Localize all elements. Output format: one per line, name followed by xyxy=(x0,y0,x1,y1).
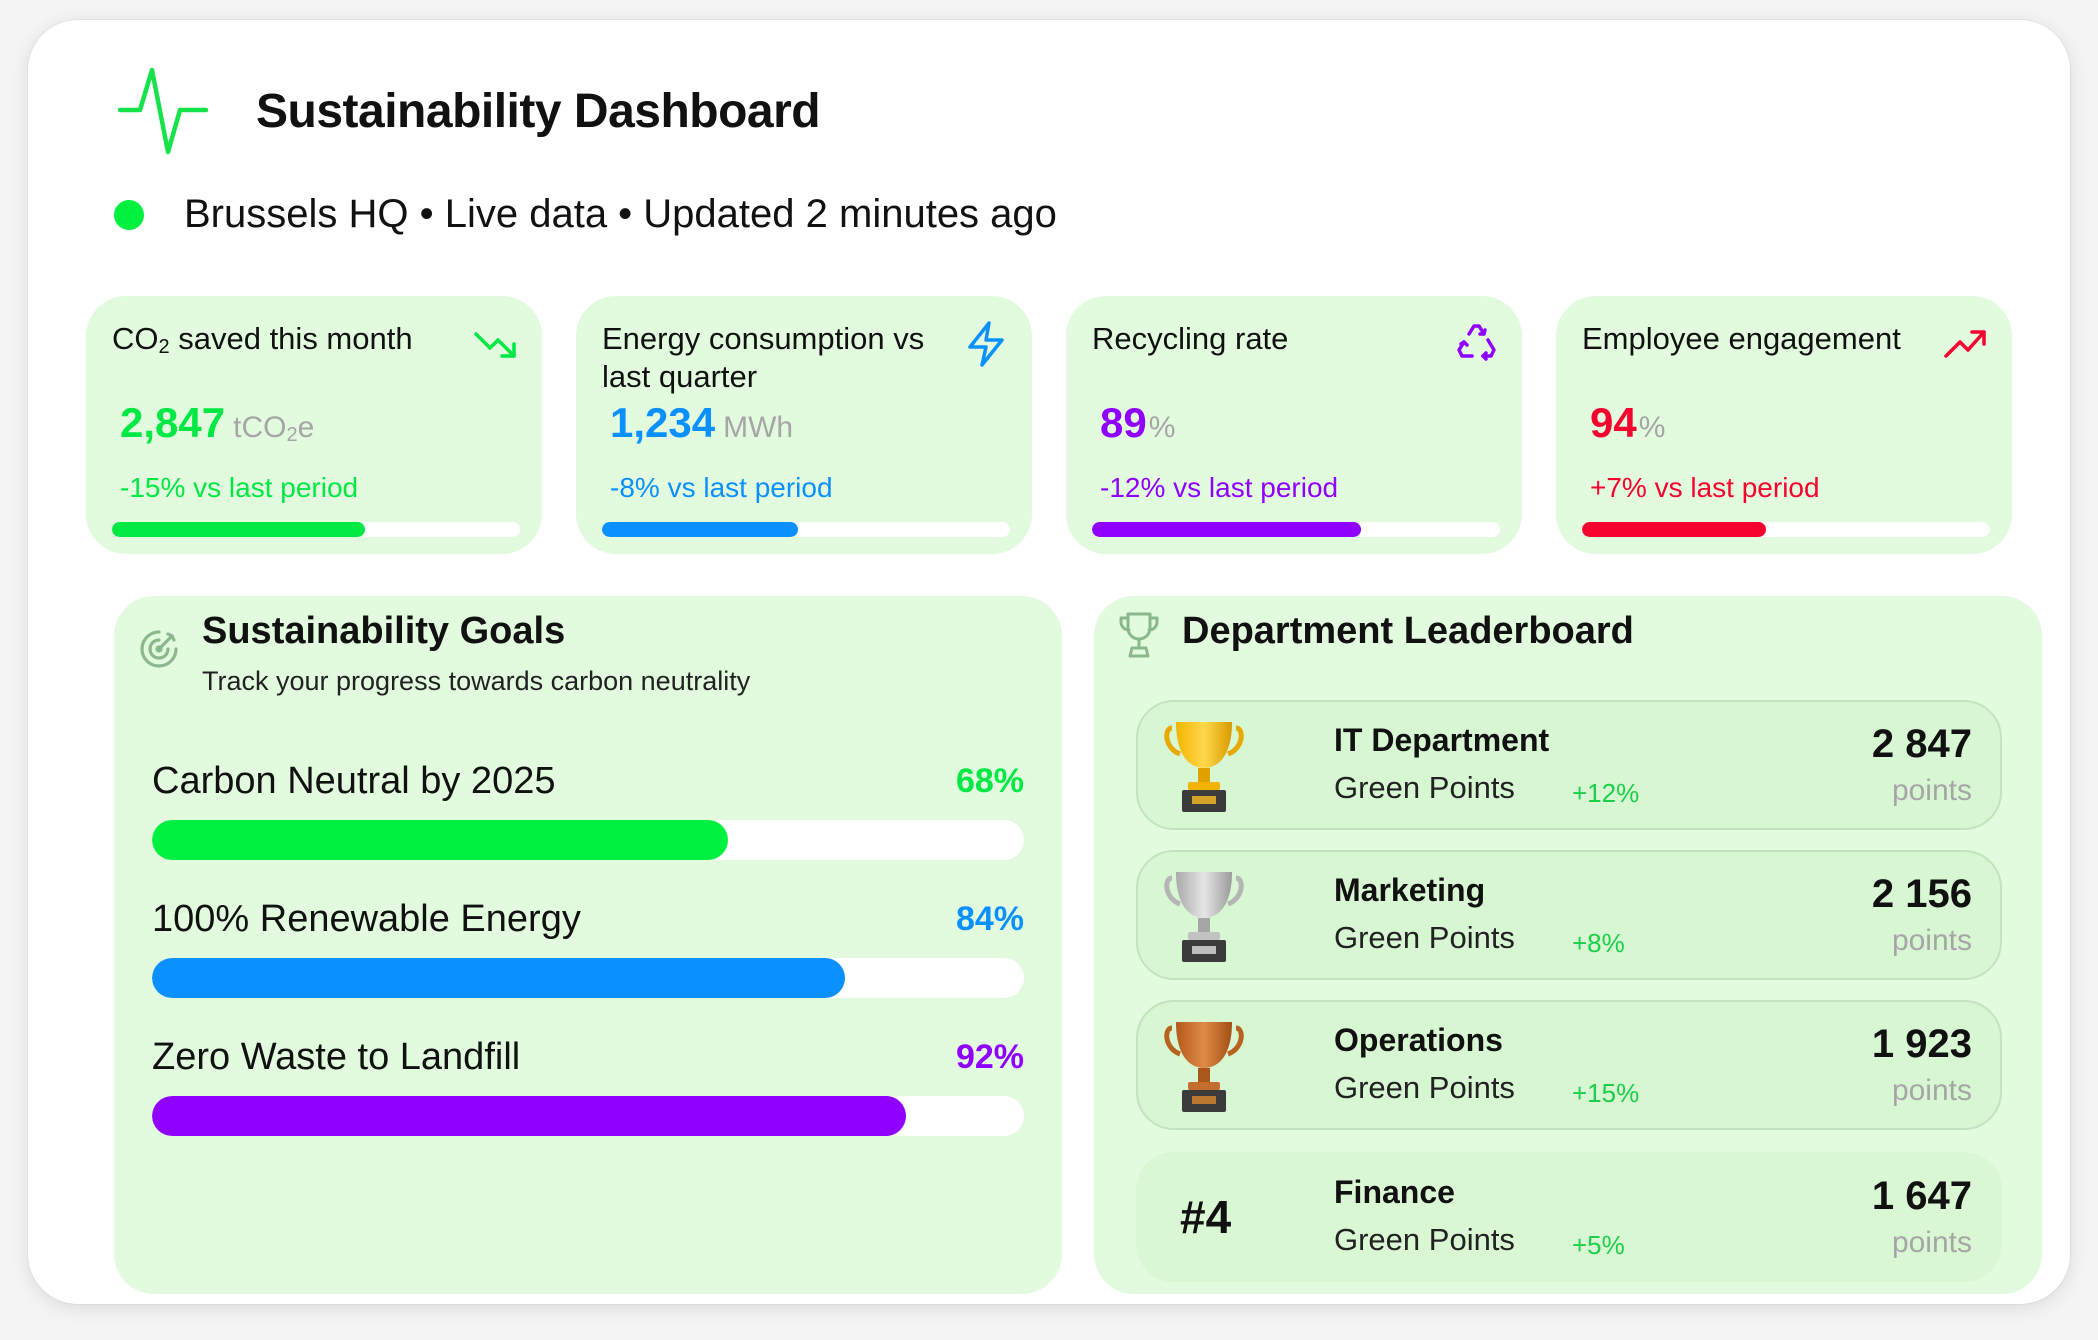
department-name: Operations xyxy=(1334,1022,1503,1058)
metric-progress-track xyxy=(1092,522,1500,537)
sustainability-goals-panel: Sustainability Goals Track your progress… xyxy=(114,596,1062,1294)
goals-title: Sustainability Goals xyxy=(202,610,566,652)
bronze-trophy-icon xyxy=(1164,1022,1244,1112)
department-subtitle: Green Points xyxy=(1334,1222,1515,1257)
metric-card-co2[interactable]: CO2 saved this month 2,847 tCO2e -15% vs … xyxy=(86,296,542,554)
department-change: +8% xyxy=(1572,928,1625,958)
department-leaderboard-panel: Department Leaderboard IT Department Gre… xyxy=(1094,596,2042,1294)
metric-card-recycling[interactable]: Recycling rate 89% -12% vs last period xyxy=(1066,296,1522,554)
department-change: +5% xyxy=(1572,1230,1625,1260)
dashboard-card: Sustainability Dashboard Brussels HQ • L… xyxy=(28,20,2070,1304)
metric-change: -12% vs last period xyxy=(1100,472,1339,503)
metric-value: 2,847 tCO2e xyxy=(120,399,315,446)
metric-value: 1,234 MWh xyxy=(610,399,794,446)
leaderboard-row[interactable]: #4 Finance Green Points +5% 1 647 points xyxy=(1136,1152,2002,1282)
department-points: 2 847 xyxy=(1871,722,1972,766)
metric-progress-track xyxy=(602,522,1010,537)
metric-card-energy[interactable]: Energy consumption vs last quarter 1,234… xyxy=(576,296,1032,554)
metric-change: -8% vs last period xyxy=(610,472,833,503)
lightning-icon xyxy=(968,321,1004,367)
trend-up-icon xyxy=(1944,330,1986,358)
department-points: 1 923 xyxy=(1871,1022,1972,1066)
metric-change: -15% vs last period xyxy=(120,472,359,503)
recycle-icon xyxy=(1457,324,1496,361)
department-subtitle: Green Points xyxy=(1334,770,1515,805)
metric-progress-fill xyxy=(1582,522,1766,537)
metric-value: 94% xyxy=(1590,399,1666,446)
rank-number: #4 xyxy=(1180,1191,1232,1243)
department-points-unit: points xyxy=(1891,774,1972,807)
department-change: +15% xyxy=(1572,1078,1640,1108)
live-status-dot xyxy=(114,200,144,230)
department-points-unit: points xyxy=(1891,1226,1972,1259)
department-points: 1 647 xyxy=(1871,1174,1972,1218)
goal-percent: 84% xyxy=(955,900,1024,938)
metric-label: Recycling rate xyxy=(1092,321,1289,356)
metric-progress-track xyxy=(112,522,520,537)
gold-trophy-icon xyxy=(1164,722,1244,812)
trend-down-icon xyxy=(474,332,516,358)
metric-label: CO2 saved this month xyxy=(112,321,413,358)
goal-progress-fill xyxy=(152,1096,907,1136)
metric-progress-fill xyxy=(1092,522,1362,537)
metric-value: 89% xyxy=(1100,399,1176,446)
goal-percent: 68% xyxy=(955,762,1024,800)
metric-progress-track xyxy=(1582,522,1990,537)
status-bar: Brussels HQ • Live data • Updated 2 minu… xyxy=(114,188,1414,248)
goal-item: Carbon Neutral by 2025 68% xyxy=(152,760,1024,880)
goals-subtitle: Track your progress towards carbon neutr… xyxy=(202,666,751,696)
goal-progress-fill xyxy=(152,820,728,860)
trophy-outline-icon xyxy=(1119,612,1159,658)
status-text: Brussels HQ • Live data • Updated 2 minu… xyxy=(184,192,1057,236)
metric-progress-fill xyxy=(112,522,365,537)
goal-progress-track xyxy=(152,958,1024,998)
goal-progress-track xyxy=(152,1096,1024,1136)
goal-item: 100% Renewable Energy 84% xyxy=(152,898,1024,1018)
leaderboard-row[interactable]: Marketing Green Points +8% 2 156 points xyxy=(1136,850,2002,980)
department-subtitle: Green Points xyxy=(1334,1070,1515,1105)
department-subtitle: Green Points xyxy=(1334,920,1515,955)
department-points: 2 156 xyxy=(1871,872,1972,916)
metric-change: +7% vs last period xyxy=(1590,472,1820,503)
leaderboard-row[interactable]: IT Department Green Points +12% 2 847 po… xyxy=(1136,700,2002,830)
goal-percent: 92% xyxy=(955,1038,1024,1076)
pulse-logo-icon xyxy=(118,67,209,155)
department-change: +12% xyxy=(1572,778,1640,808)
goal-label: 100% Renewable Energy xyxy=(152,898,581,940)
goal-label: Zero Waste to Landfill xyxy=(152,1036,521,1078)
leaderboard-row[interactable]: Operations Green Points +15% 1 923 point… xyxy=(1136,1000,2002,1130)
metric-card-engagement[interactable]: Employee engagement 94% +7% vs last peri… xyxy=(1556,296,2012,554)
department-points-unit: points xyxy=(1891,924,1972,957)
goal-label: Carbon Neutral by 2025 xyxy=(152,760,556,802)
goal-progress-fill xyxy=(152,958,846,998)
metric-label: Energy consumption vs last quarter xyxy=(602,321,925,394)
goal-progress-track xyxy=(152,820,1024,860)
department-name: IT Department xyxy=(1334,722,1550,758)
leaderboard-title: Department Leaderboard xyxy=(1182,610,1634,652)
target-icon xyxy=(140,630,178,668)
metric-progress-fill xyxy=(602,522,798,537)
dashboard-header: Sustainability Dashboard xyxy=(118,64,1318,164)
metric-label: Employee engagement xyxy=(1582,321,1901,356)
goal-item: Zero Waste to Landfill 92% xyxy=(152,1036,1024,1156)
department-name: Finance xyxy=(1334,1174,1455,1210)
department-name: Marketing xyxy=(1334,872,1486,908)
silver-trophy-icon xyxy=(1164,872,1244,962)
department-points-unit: points xyxy=(1891,1074,1972,1107)
page-title: Sustainability Dashboard xyxy=(256,85,821,138)
